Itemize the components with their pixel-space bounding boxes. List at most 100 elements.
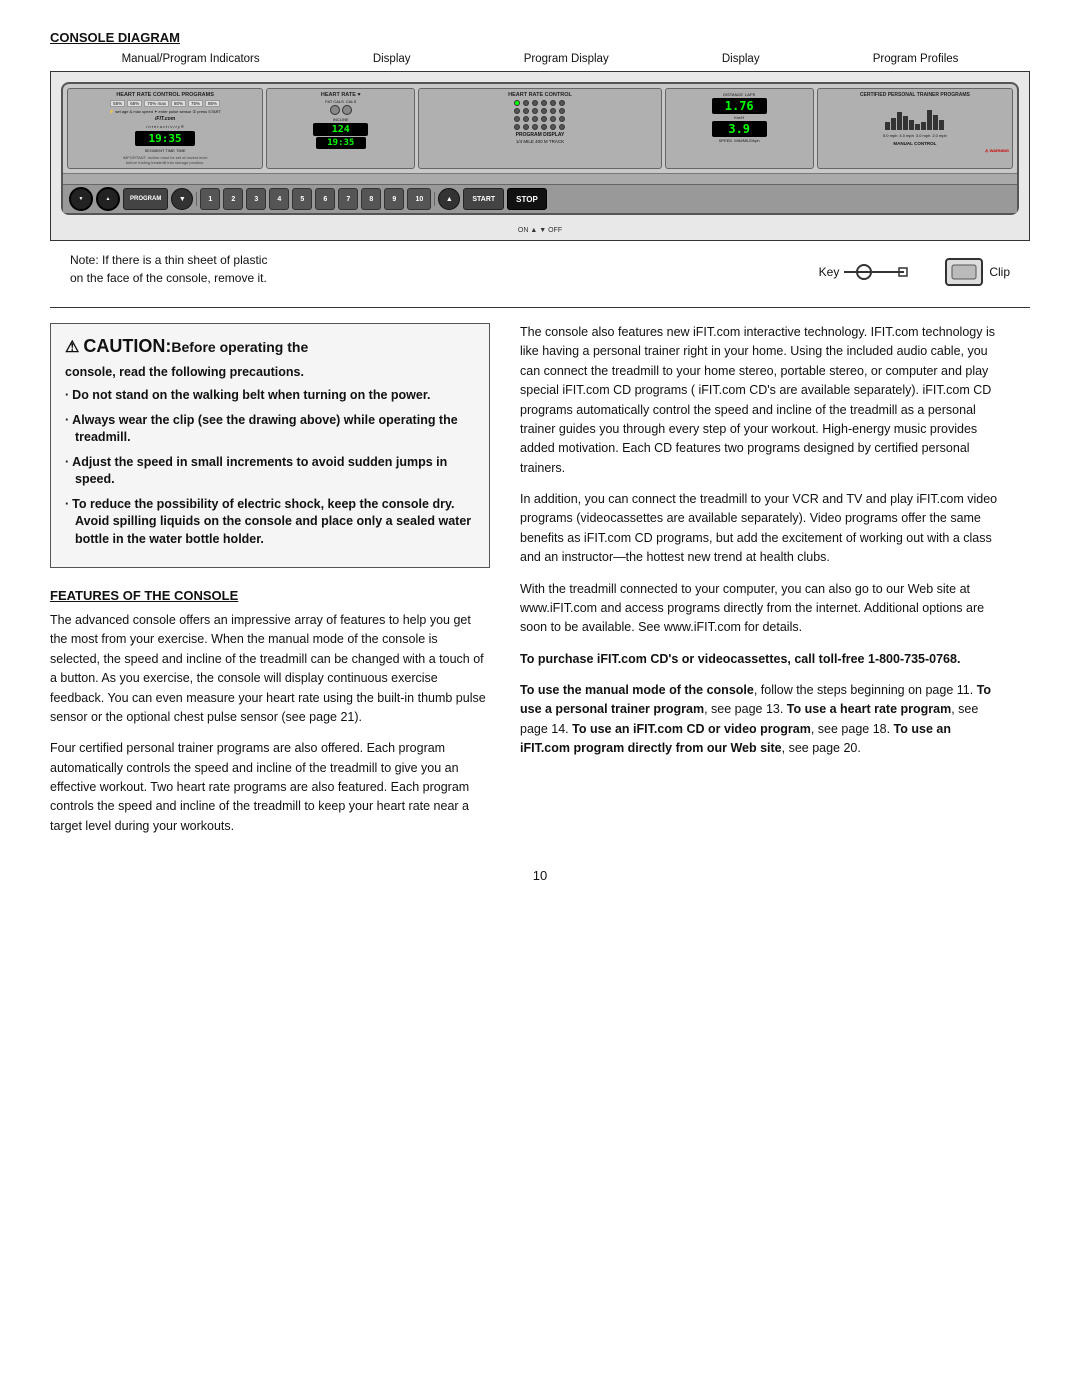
label-display1: Display bbox=[373, 53, 411, 65]
speed-up-btn: ▲ bbox=[438, 188, 460, 210]
console-top: HEART RATE CONTROL PROGRAMS 55% 65% 70% … bbox=[63, 84, 1017, 173]
incline-up-btn: ▲ bbox=[96, 187, 120, 211]
btn-9: 9 bbox=[384, 188, 404, 210]
console-body: HEART RATE CONTROL PROGRAMS 55% 65% 70% … bbox=[61, 82, 1019, 215]
divider1 bbox=[196, 192, 197, 206]
start-btn: START bbox=[463, 188, 504, 210]
note-text: Note: If there is a thin sheet of plasti… bbox=[70, 251, 267, 287]
stop-btn: STOP bbox=[507, 188, 547, 210]
caution-item-3: Adjust the speed in small increments to … bbox=[65, 454, 475, 489]
btn-2: 2 bbox=[223, 188, 243, 210]
btn-7: 7 bbox=[338, 188, 358, 210]
dot-grid bbox=[514, 100, 566, 130]
panel-left-title: HEART RATE CONTROL PROGRAMS bbox=[71, 92, 259, 98]
caution-box: ⚠CAUTION:Before operating the console, r… bbox=[50, 323, 490, 568]
caution-item-1: Do not stand on the walking belt when tu… bbox=[65, 387, 475, 405]
panel-cl-incline: INCLINE bbox=[270, 117, 411, 122]
right-para-3: With the treadmill connected to your com… bbox=[520, 580, 1000, 638]
panel-r-title: CERTIFIED PERSONAL TRAINER PROGRAMS bbox=[821, 92, 1009, 98]
btn-1: 1 bbox=[200, 188, 220, 210]
main-content: ⚠CAUTION:Before operating the console, r… bbox=[50, 323, 1030, 848]
panel-heart-rate: HEART RATE ♥ FAT CALSCALS INCLINE 124 19… bbox=[266, 88, 415, 169]
btn-3: 3 bbox=[246, 188, 266, 210]
panel-cr-dist: 1.76 bbox=[712, 98, 767, 114]
speed-down-btn: ▼ bbox=[171, 188, 193, 210]
btn-4: 4 bbox=[269, 188, 289, 210]
features-para-1: The advanced console offers an impressiv… bbox=[50, 611, 490, 727]
panel-cr-kmh: Km/H bbox=[669, 115, 810, 120]
console-image: HEART RATE CONTROL PROGRAMS 55% 65% 70% … bbox=[50, 71, 1030, 241]
panel-r-speed-labels: 5.0 mph4.0 mph3.0 mph2.0 mph bbox=[821, 133, 1009, 138]
right-para-2: In addition, you can connect the treadmi… bbox=[520, 490, 1000, 568]
panel-r-manual: MANUAL CONTROL bbox=[821, 141, 1009, 146]
btn-10: 10 bbox=[407, 188, 431, 210]
panel-certified: CERTIFIED PERSONAL TRAINER PROGRAMS bbox=[817, 88, 1013, 169]
right-para-purchase: To purchase iFIT.com CD's or videocasset… bbox=[520, 650, 1000, 669]
panel-c-title: HEART RATE CONTROL bbox=[422, 92, 657, 98]
key-clip-row: Key Clip bbox=[819, 257, 1010, 287]
key-label: Key bbox=[819, 265, 840, 279]
note-row: Note: If there is a thin sheet of plasti… bbox=[50, 251, 1030, 287]
panel-left-interactivity: i n t e r a c t i v i t y ® bbox=[71, 124, 259, 129]
label-manual-program: Manual/Program Indicators bbox=[122, 53, 260, 65]
clip-label: Clip bbox=[989, 265, 1010, 279]
label-program-profiles: Program Profiles bbox=[873, 53, 959, 65]
section-divider bbox=[50, 307, 1030, 308]
button-row: ▼ ▲ PROGRAM ▼ 1 2 3 4 5 6 7 8 9 10 ▲ STA… bbox=[63, 184, 1017, 213]
panel-cl-labels: FAT CALSCALS bbox=[270, 99, 411, 104]
note-line1: Note: If there is a thin sheet of plasti… bbox=[70, 253, 267, 267]
panel-heart-rate-control: HEART RATE CONTROL PROGRAMS 55% 65% 70% … bbox=[67, 88, 263, 169]
panel-c-track-label: 1/4 MILE 400 M TRACK bbox=[422, 139, 657, 144]
label-display2: Display bbox=[722, 53, 760, 65]
panel-distance-speed: DISTANCELAPS 1.76 Km/H 3.9 SPEEDMIN/MILE… bbox=[665, 88, 814, 169]
panel-left-sublabel: SEGMENT TIME TIME bbox=[71, 148, 259, 153]
clip-group: Clip bbox=[944, 257, 1010, 287]
features-para-2: Four certified personal trainer programs… bbox=[50, 739, 490, 836]
panel-c-program-label: PROGRAM DISPLAY bbox=[422, 132, 657, 138]
on-off-label: ON ▲ ▼ OFF bbox=[518, 227, 562, 234]
clip-svg bbox=[944, 257, 984, 287]
panel-left-ifit: iFIT.com bbox=[71, 116, 259, 122]
panel-cr-labels2: SPEEDMIN/MILE/kph bbox=[669, 138, 810, 143]
section-title: CONSOLE DIAGRAM bbox=[50, 30, 1030, 45]
caution-header: ⚠CAUTION:Before operating the bbox=[65, 336, 475, 357]
panel-left-display: 19:35 bbox=[135, 131, 195, 146]
key-svg bbox=[844, 262, 924, 282]
left-column: ⚠CAUTION:Before operating the console, r… bbox=[50, 323, 490, 848]
panel-left-note2: IMPORTANT: Incline must be set at lowest… bbox=[71, 155, 259, 165]
program-btn: PROGRAM bbox=[123, 188, 168, 210]
features-title: FEATURES OF THE CONSOLE bbox=[50, 588, 490, 603]
right-para-1: The console also features new iFIT.com i… bbox=[520, 323, 1000, 478]
btn-8: 8 bbox=[361, 188, 381, 210]
note-line2: on the face of the console, remove it. bbox=[70, 271, 267, 285]
profile-bars bbox=[821, 100, 1009, 130]
panel-cl-time: 19:35 bbox=[316, 137, 366, 149]
right-bold-heart: To use a heart rate program bbox=[787, 702, 951, 716]
right-para-5: To use the manual mode of the console, f… bbox=[520, 681, 1000, 759]
label-program-display: Program Display bbox=[524, 53, 609, 65]
console-diagram-section: CONSOLE DIAGRAM Manual/Program Indicator… bbox=[50, 30, 1030, 287]
right-column: The console also features new iFIT.com i… bbox=[520, 323, 1000, 848]
panel-cl-display: 124 bbox=[313, 123, 368, 136]
caution-item-2: Always wear the clip (see the drawing ab… bbox=[65, 412, 475, 447]
caution-word: CAUTION: bbox=[83, 336, 171, 356]
caution-list: Do not stand on the walking belt when tu… bbox=[65, 387, 475, 548]
panel-r-warning: ⚠ WARNING bbox=[821, 148, 1009, 153]
right-bold-manual: To use the manual mode of the console bbox=[520, 683, 754, 697]
btn-5: 5 bbox=[292, 188, 312, 210]
caution-warning-icon: ⚠ bbox=[65, 339, 79, 356]
features-section: FEATURES OF THE CONSOLE The advanced con… bbox=[50, 588, 490, 836]
caution-intro: Before operating the bbox=[171, 339, 308, 355]
page-number: 10 bbox=[50, 868, 1030, 883]
caution-header-line2: console, read the following precautions. bbox=[65, 365, 475, 379]
btn-6: 6 bbox=[315, 188, 335, 210]
divider2 bbox=[434, 192, 435, 206]
panel-left-note: ⚡ set age & max speed ✦ enter pulse sens… bbox=[71, 109, 259, 114]
console-bottom-buttons bbox=[63, 173, 1017, 184]
right-bold-ifit: To use an iFIT.com CD or video program bbox=[572, 722, 811, 736]
key-group: Key bbox=[819, 262, 925, 282]
panel-cl-title: HEART RATE ♥ bbox=[270, 92, 411, 98]
panel-program-display: HEART RATE CONTROL bbox=[418, 88, 661, 169]
caution-item-4: To reduce the possibility of electric sh… bbox=[65, 496, 475, 549]
panel-cr-speed: 3.9 bbox=[712, 121, 767, 137]
